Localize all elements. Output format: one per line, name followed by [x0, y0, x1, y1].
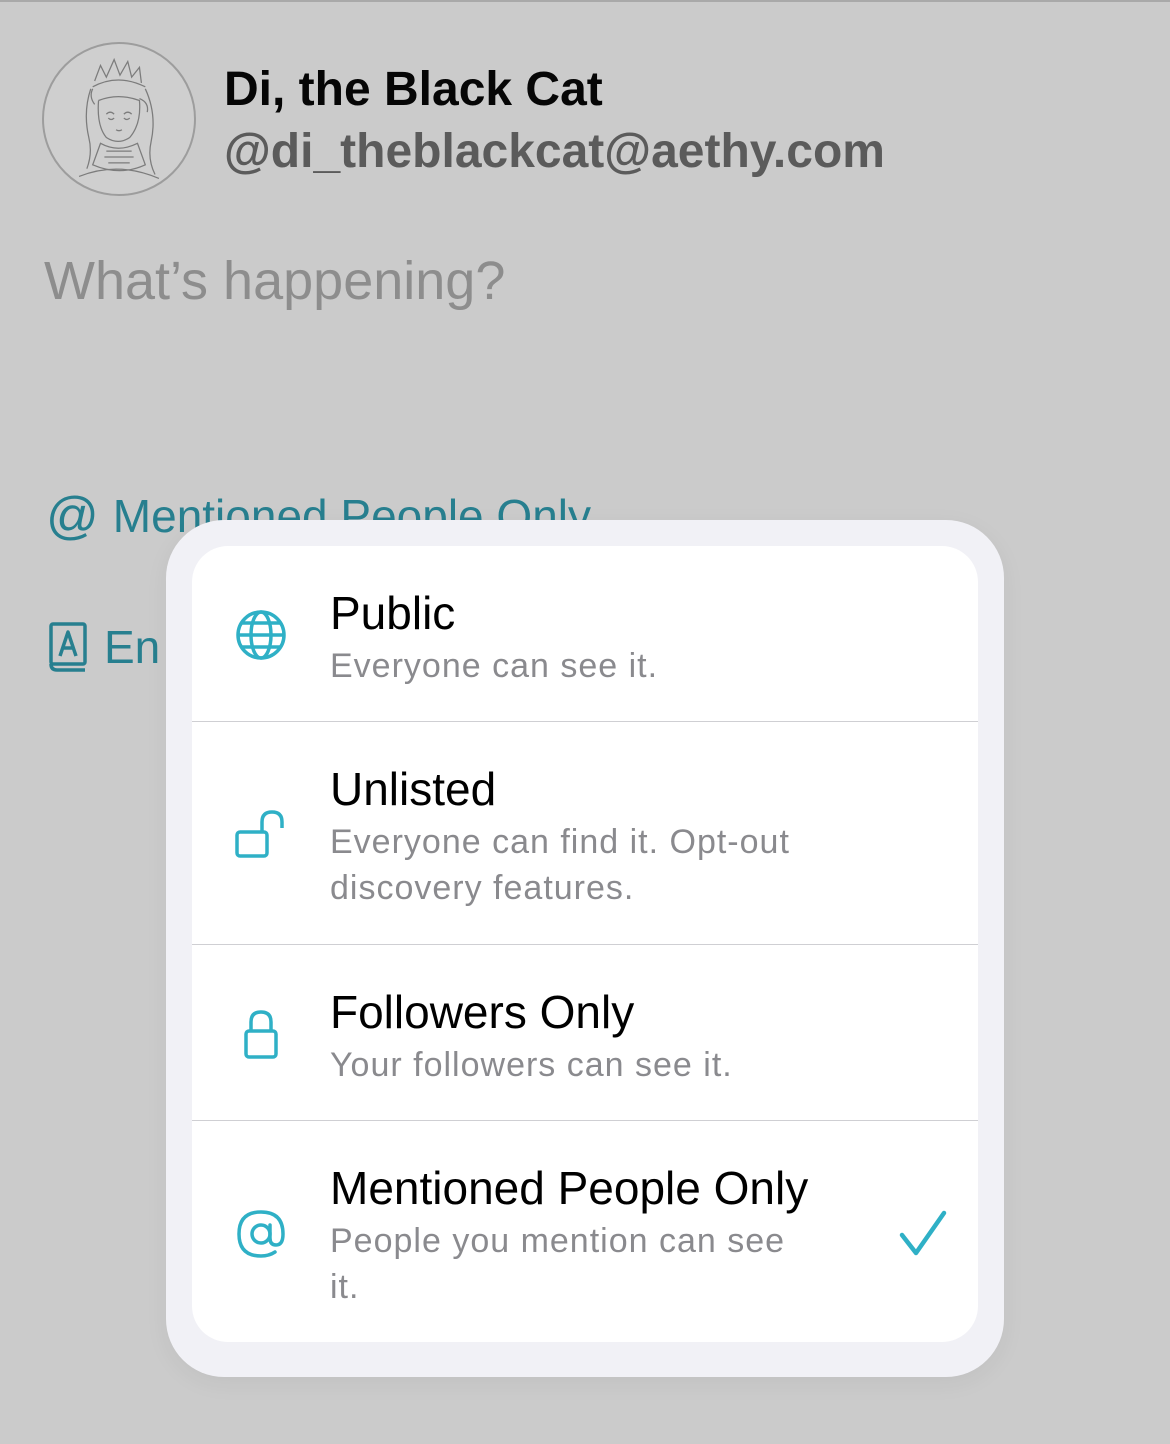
- menu-item-title: Mentioned People Only: [330, 1162, 809, 1214]
- menu-item-description: Everyone can see it.: [330, 647, 659, 685]
- menu-item-followers-only[interactable]: Followers Only Your followers can see it…: [192, 944, 978, 1120]
- globe-icon: [234, 608, 288, 662]
- visibility-popover: Public Everyone can see it. Unlisted Eve…: [166, 520, 1004, 1377]
- language-selector-label: En: [104, 621, 161, 673]
- at-sign-icon: @: [46, 487, 99, 545]
- menu-item-title: Followers Only: [330, 986, 635, 1038]
- avatar[interactable]: [42, 42, 196, 196]
- menu-item-public[interactable]: Public Everyone can see it.: [192, 546, 978, 721]
- menu-item-mentioned-people-only[interactable]: Mentioned People Only People you mention…: [192, 1120, 978, 1342]
- at-sign-icon: [234, 1207, 288, 1261]
- unlocked-icon: [234, 808, 288, 862]
- display-name: Di, the Black Cat: [224, 63, 603, 116]
- account-handle: @di_theblackcat@aethy.com: [224, 125, 885, 178]
- dictionary-icon: [46, 620, 90, 674]
- menu-item-description: Your followers can see it.: [330, 1046, 733, 1084]
- top-divider: [0, 0, 1170, 2]
- menu-item-unlisted[interactable]: Unlisted Everyone can find it. Opt-out d…: [192, 721, 978, 944]
- language-selector[interactable]: En: [46, 620, 160, 674]
- compose-text-input[interactable]: [44, 250, 944, 312]
- menu-item-description: People you mention can see it.: [330, 1222, 786, 1306]
- menu-item-description: Everyone can find it. Opt-out discovery …: [330, 823, 790, 907]
- menu-item-title: Unlisted: [330, 763, 497, 815]
- avatar-illustration: [78, 57, 160, 179]
- visibility-menu: Public Everyone can see it. Unlisted Eve…: [192, 546, 978, 1342]
- lock-icon: [234, 1007, 288, 1061]
- menu-item-title: Public: [330, 587, 456, 639]
- checkmark-icon: [898, 1209, 948, 1259]
